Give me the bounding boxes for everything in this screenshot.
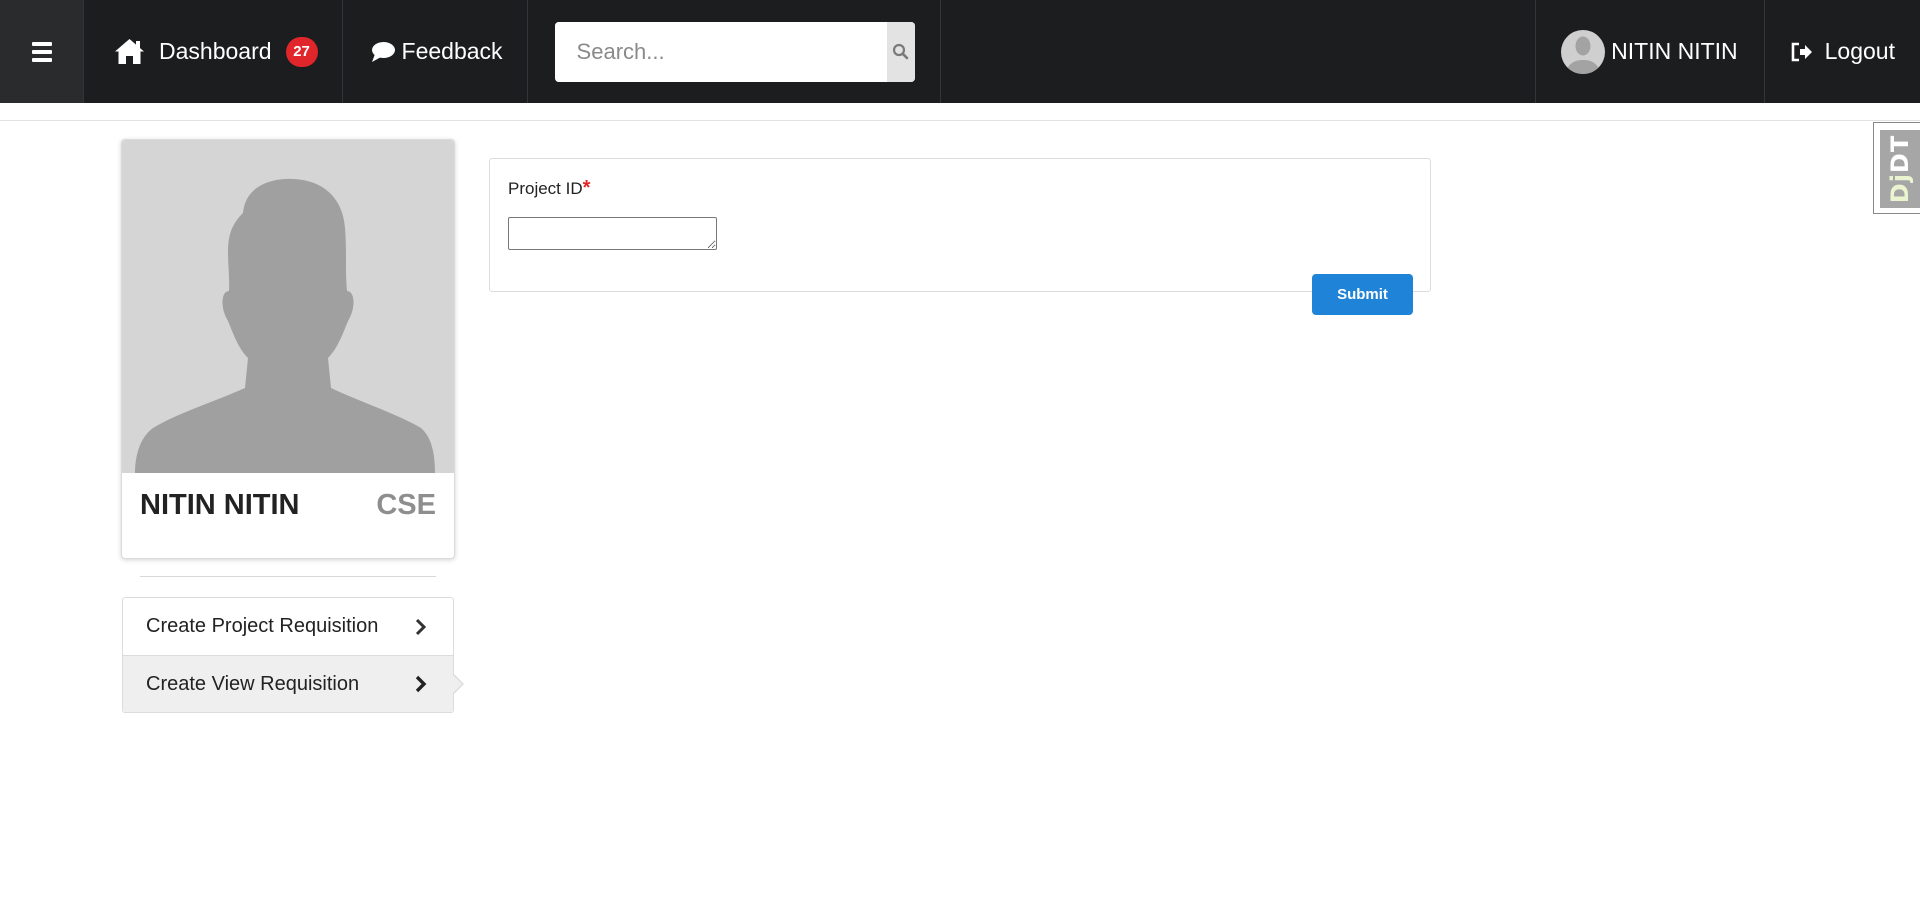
sidebar-item-create-view-requisition[interactable]: Create View Requisition [123, 655, 464, 712]
user-menu[interactable]: NITIN NITIN [1536, 0, 1765, 103]
debug-toolbar-logo: DjDT [1886, 134, 1915, 204]
side-menu: Create Project Requisition Create View R… [122, 597, 464, 713]
feedback-link[interactable]: Feedback [343, 0, 528, 103]
speech-bubble-icon [371, 41, 395, 62]
sidebar-item-label: Create Project Requisition [146, 615, 379, 637]
sidebar-item-label: Create View Requisition [146, 672, 360, 695]
menu-toggle-button[interactable] [0, 0, 84, 103]
project-id-label: Project ID* [508, 177, 591, 199]
project-id-field[interactable] [508, 217, 717, 250]
search-input[interactable] [554, 21, 887, 82]
sidebar-item-create-project-requisition[interactable]: Create Project Requisition [123, 598, 453, 655]
dashboard-link[interactable]: Dashboard 27 [84, 0, 343, 103]
profile-info: NITIN NITIN CSE [122, 473, 454, 522]
navbar-spacer [941, 0, 1537, 103]
debug-toolbar-tab: DjDT [1880, 130, 1920, 208]
project-form-panel: Project ID* [489, 158, 1431, 292]
dashboard-label: Dashboard [159, 38, 272, 64]
sidebar-divider [140, 576, 436, 577]
profile-name: NITIN NITIN [140, 489, 300, 521]
profile-photo [122, 140, 454, 473]
sign-out-icon [1791, 42, 1812, 61]
user-silhouette-icon [135, 178, 435, 473]
search-icon [892, 43, 909, 60]
chevron-right-icon [415, 675, 427, 693]
chevron-right-icon [415, 618, 427, 635]
debug-toolbar-handle[interactable]: DjDT [1873, 122, 1920, 214]
hamburger-icon [31, 41, 52, 62]
notification-badge: 27 [285, 36, 318, 67]
avatar [1561, 29, 1606, 74]
home-icon [115, 39, 144, 64]
search-area [528, 0, 941, 103]
top-navbar: Dashboard 27 Feedback NITI [0, 0, 1920, 103]
user-name: NITIN NITIN [1611, 38, 1738, 64]
profile-department: CSE [376, 489, 436, 521]
search-button[interactable] [886, 21, 915, 82]
logout-label: Logout [1824, 38, 1895, 64]
required-marker: * [582, 177, 591, 199]
user-silhouette-icon [1566, 36, 1601, 74]
submit-button[interactable]: Submit [1312, 274, 1413, 315]
profile-card: NITIN NITIN CSE [121, 139, 455, 559]
logout-link[interactable]: Logout [1765, 0, 1920, 103]
search-box [554, 21, 915, 82]
header-divider [0, 120, 1920, 121]
feedback-label: Feedback [401, 38, 503, 64]
